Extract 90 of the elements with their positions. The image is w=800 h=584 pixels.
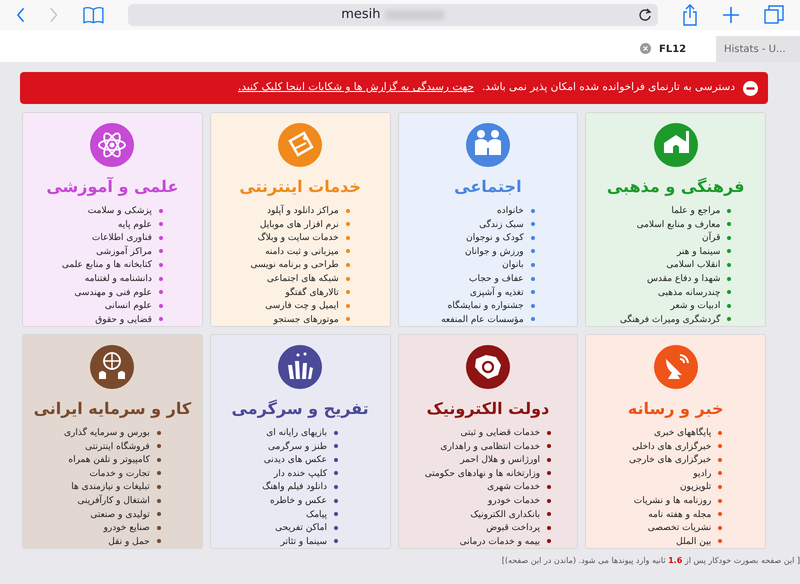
report-link[interactable]: جهت رسیدگی به گزارش ها و شکایات اینجا کلیک کنید. — [238, 80, 474, 96]
category-link[interactable]: کلیپ خنده دار — [262, 468, 338, 482]
category-link[interactable]: تبلیغات و نیازمندی ها — [64, 481, 161, 495]
category-link[interactable]: علوم انسانی — [62, 300, 163, 314]
category-link[interactable]: تجارت و خدمات — [64, 468, 161, 482]
category-link[interactable]: تلویزیون — [628, 481, 722, 495]
category-link[interactable]: وزارتخانه ها و نهادهای حکومتی — [424, 468, 552, 482]
back-icon[interactable] — [16, 7, 26, 23]
category-link[interactable]: فروشگاه اینترنتی — [64, 440, 161, 454]
category-link[interactable]: شهدا و دفاع مقدس — [620, 272, 732, 287]
category-link[interactable]: نشریات تخصصی — [628, 522, 722, 536]
share-icon[interactable] — [682, 4, 698, 26]
category-link[interactable]: بین الملل — [628, 536, 722, 550]
category-link[interactable]: کودک و نوجوان — [441, 232, 535, 246]
category-link[interactable]: پزشکی و سلامت — [62, 205, 163, 219]
tabs-icon[interactable] — [764, 5, 784, 25]
category-link[interactable]: خبرگزاری های خارجی — [628, 454, 722, 468]
category-link[interactable]: مراجع و علما — [620, 205, 732, 219]
category-link[interactable]: مجله و هفته نامه — [628, 508, 722, 522]
category-link[interactable]: اورژانس و هلال احمر — [424, 454, 552, 468]
category-link[interactable]: خدمات شهری — [424, 481, 552, 495]
category-link[interactable]: خانواده — [441, 205, 535, 219]
category-link[interactable]: خدمات قضایی و ثبتی — [424, 427, 552, 441]
minus-circle-icon — [743, 80, 758, 96]
browser-tab[interactable]: Histats - U... — [716, 36, 800, 62]
new-tab-icon[interactable] — [722, 6, 740, 24]
category-link[interactable]: قرآن — [620, 232, 732, 246]
category-link[interactable]: عفاف و حجاب — [441, 272, 535, 287]
category-link[interactable]: خدمات خودرو — [424, 494, 552, 509]
category-title[interactable]: دولت الکترونیک — [398, 397, 578, 421]
category-link[interactable]: دانلود فیلم واهنگ — [262, 481, 338, 495]
category-link[interactable]: پیامک — [262, 508, 338, 522]
category-link[interactable]: عکس و خاطره — [262, 494, 338, 509]
category-link[interactable]: کامپیوتر و تلفن همراه — [64, 454, 161, 468]
category-link[interactable]: ادبیات و شعر — [620, 300, 732, 314]
category-link[interactable]: حمل و نقل — [64, 536, 161, 550]
category-link[interactable]: خبرگزاری های داخلی — [628, 440, 722, 454]
address-bar[interactable]: mesih — [128, 4, 658, 26]
category-link[interactable]: پرداخت قبوض — [424, 522, 552, 536]
category-link[interactable]: کتابخانه ها و منابع علمی — [62, 259, 163, 273]
category-link[interactable]: طنز و سرگرمی — [262, 440, 338, 454]
category-link[interactable]: بانوان — [441, 259, 535, 273]
category-link[interactable]: بازیهای رایانه ای — [262, 427, 338, 441]
category-link[interactable]: مراکز آموزشی — [62, 246, 163, 260]
category-link[interactable]: بانکداری الکترونیک — [424, 508, 552, 522]
close-icon[interactable] — [640, 43, 651, 54]
category-link[interactable]: دانشنامه و لغتنامه — [62, 272, 163, 287]
category-link[interactable]: بورس و سرمایه گذاری — [64, 427, 161, 441]
category-link[interactable]: عکس های دیدنی — [262, 454, 338, 468]
category-link[interactable]: مراکز دانلود و آپلود — [250, 205, 350, 219]
category-link[interactable]: تغذیه و آشپزی — [441, 286, 535, 300]
category-link[interactable]: تالارهای گفتگو — [250, 286, 350, 300]
category-link[interactable]: تولیدی و صنعتی — [64, 508, 161, 522]
stay-link[interactable]: (ماندن در این صفحه) — [504, 556, 576, 565]
category-link[interactable]: مؤسسات عام المنفعه — [441, 314, 535, 328]
category-link[interactable]: ورزش و جوانان — [441, 246, 535, 260]
category-link[interactable]: روزنامه ها و نشریات — [628, 494, 722, 509]
bookmarks-icon[interactable] — [82, 6, 104, 24]
category-link[interactable]: انقلاب اسلامی — [620, 259, 732, 273]
bracket: ] — [502, 556, 505, 565]
category-link[interactable]: خدمات انتظامی و راهداری — [424, 440, 552, 454]
category-link[interactable]: گردشگری ومیراث فرهنگی — [620, 314, 732, 328]
category-link[interactable]: سینما و تئاتر — [262, 536, 338, 550]
category-link[interactable]: شبکه های اجتماعی — [250, 272, 350, 287]
category-link[interactable]: رادیو — [628, 468, 722, 482]
reload-icon[interactable] — [638, 8, 652, 22]
category-title[interactable]: تفریح و سرگرمی — [210, 397, 390, 421]
category-link[interactable]: اشتغال و کارآفرینی — [64, 494, 161, 509]
category-link[interactable]: بیمه و خدمات درمانی — [424, 536, 552, 550]
category-link[interactable]: سینما و هنر — [620, 246, 732, 260]
category-link[interactable]: طراحی و برنامه نویسی — [250, 259, 350, 273]
category-link[interactable]: فناوری اطلاعات — [62, 232, 163, 246]
category-link[interactable]: میزبانی و ثبت دامنه — [250, 246, 350, 260]
alert-message: دسترسی به تارنمای فراخوانده شده امکان پذیر نمی باشد. — [482, 80, 735, 96]
category-link[interactable]: خدمات سایت و وبلاگ — [250, 232, 350, 246]
category-link[interactable]: ایمیل و چت فارسی — [250, 300, 350, 314]
category-title[interactable]: کار و سرمایه ایرانی — [23, 397, 202, 421]
category-link[interactable]: نرم افزار های موبایل — [250, 218, 350, 232]
category-link[interactable]: قضایی و حقوق — [62, 314, 163, 328]
category-link[interactable]: صنایع خودرو — [64, 522, 161, 536]
category-link[interactable]: سبک زندگی — [441, 218, 535, 232]
category-link[interactable]: علوم پایه — [62, 218, 163, 232]
category-link[interactable]: موتورهای جستجو — [250, 314, 350, 328]
category-link[interactable]: اماکن تفریحی — [262, 522, 338, 536]
category-link[interactable]: جشنواره و نمایشگاه — [441, 300, 535, 314]
category-link[interactable]: پایگاههای خبری — [628, 427, 722, 441]
category-link[interactable]: معارف و منابع اسلامی — [620, 218, 732, 232]
category-link[interactable]: چندرسانه مذهبی — [620, 286, 732, 300]
url-text: mesih — [341, 6, 381, 24]
category-link[interactable]: علوم فنی و مهندسی — [62, 286, 163, 300]
